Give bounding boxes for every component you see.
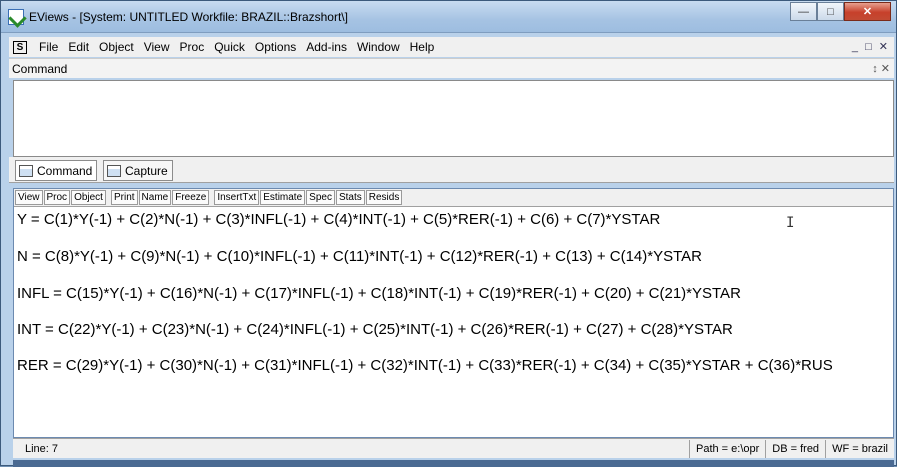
window-controls: — □ ✕: [790, 2, 891, 22]
toolbar-stats-button[interactable]: Stats: [335, 190, 365, 205]
status-db[interactable]: DB = fred: [765, 439, 825, 458]
menu-quick[interactable]: Quick: [209, 40, 250, 54]
equation-line[interactable]: RER = C(29)*Y(-1) + C(30)*N(-1) + C(31)*…: [17, 357, 833, 374]
command-input-area[interactable]: [13, 80, 894, 157]
toolbar-resids-button[interactable]: Resids: [365, 190, 403, 205]
tab-command[interactable]: Command: [15, 160, 98, 181]
text-cursor-icon: I: [786, 215, 795, 231]
toolbar-proc-button[interactable]: Proc: [43, 190, 71, 205]
tab-capture[interactable]: Capture: [103, 160, 173, 181]
equation-line[interactable]: INT = C(22)*Y(-1) + C(23)*N(-1) + C(24)*…: [17, 321, 733, 338]
toolbar-freeze-button[interactable]: Freeze: [172, 190, 210, 205]
tab-capture-label: Capture: [125, 163, 168, 178]
toolbar-object-button[interactable]: Object: [71, 190, 106, 205]
system-menu-icon[interactable]: S: [13, 40, 27, 54]
command-window-icon: [19, 164, 33, 177]
menu-bar: S File Edit Object View Proc Quick Optio…: [9, 37, 894, 57]
command-tabstrip: Command Capture: [9, 157, 894, 183]
toolbar-view-button[interactable]: View: [15, 190, 43, 205]
equation-line[interactable]: Y = C(1)*Y(-1) + C(2)*N(-1) + C(3)*INFL(…: [17, 211, 660, 228]
status-bar: Line: 7 Path = e:\opr DB = fred WF = bra…: [13, 438, 894, 458]
mdi-controls-icon[interactable]: _ □ ✕: [852, 40, 890, 53]
status-path[interactable]: Path = e:\opr: [688, 439, 765, 458]
title-bar[interactable]: EViews - [System: UNTITLED Workfile: BRA…: [1, 1, 896, 33]
equation-line[interactable]: N = C(8)*Y(-1) + C(9)*N(-1) + C(10)*INFL…: [17, 248, 702, 265]
menu-object[interactable]: Object: [94, 40, 139, 54]
capture-window-icon: [107, 164, 121, 177]
toolbar-print-button[interactable]: Print: [110, 190, 138, 205]
maximize-icon[interactable]: □: [817, 2, 844, 21]
toolbar-spec-button[interactable]: Spec: [306, 190, 335, 205]
menu-help[interactable]: Help: [405, 40, 440, 54]
toolbar-name-button[interactable]: Name: [138, 190, 172, 205]
window-title: EViews - [System: UNTITLED Workfile: BRA…: [29, 10, 348, 24]
equation-line[interactable]: INFL = C(15)*Y(-1) + C(16)*N(-1) + C(17)…: [17, 285, 741, 302]
toolbar-estimate-button[interactable]: Estimate: [260, 190, 306, 205]
eviews-app-icon: [8, 9, 24, 25]
status-line: Line: 7: [25, 442, 59, 455]
menu-window[interactable]: Window: [352, 40, 405, 54]
menu-file[interactable]: File: [34, 40, 63, 54]
close-icon[interactable]: ✕: [844, 2, 891, 21]
tab-command-label: Command: [37, 163, 93, 178]
toolbar-inserttxt-button[interactable]: InsertTxt: [214, 190, 260, 205]
pin-icon[interactable]: ↕ ✕: [872, 62, 890, 75]
menu-addins[interactable]: Add-ins: [301, 40, 352, 54]
command-pane-header: Command ↕ ✕: [9, 58, 894, 78]
system-object-window: View Proc Object Print Name Freeze Inser…: [13, 188, 894, 438]
menu-edit[interactable]: Edit: [63, 40, 94, 54]
eviews-window: EViews - [System: UNTITLED Workfile: BRA…: [0, 0, 897, 467]
minimize-icon[interactable]: —: [790, 2, 817, 21]
menu-proc[interactable]: Proc: [175, 40, 210, 54]
status-wf[interactable]: WF = brazil: [825, 439, 894, 458]
menu-options[interactable]: Options: [250, 40, 301, 54]
command-pane-title: Command: [12, 62, 68, 76]
object-toolbar: View Proc Object Print Name Freeze Inser…: [14, 189, 893, 207]
menu-view[interactable]: View: [139, 40, 175, 54]
